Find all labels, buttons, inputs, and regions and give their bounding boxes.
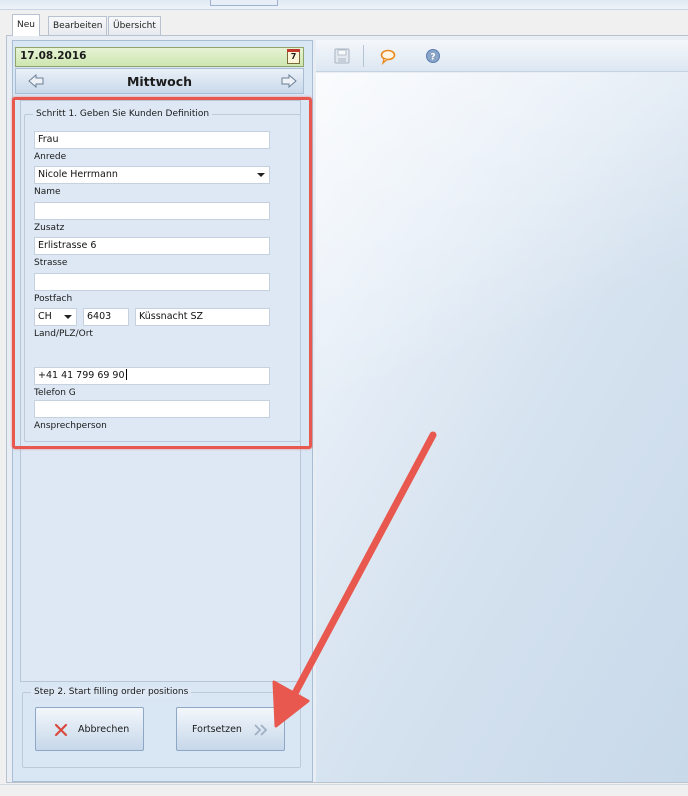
top-strip: [0, 0, 688, 10]
step2-legend: Step 2. Start filling order positions: [31, 687, 192, 697]
tab-uebersicht[interactable]: Übersicht: [108, 16, 161, 36]
svg-text:?: ?: [430, 53, 435, 63]
cancel-button[interactable]: Abbrechen: [35, 707, 144, 751]
status-bar: [0, 784, 688, 796]
tab-bearbeiten[interactable]: Bearbeiten: [48, 16, 108, 36]
toolbar-separator: [363, 45, 364, 67]
help-icon[interactable]: ?: [424, 47, 442, 65]
cancel-label: Abbrechen: [78, 724, 130, 735]
tab-bar: Neu Bearbeiten Übersicht: [0, 14, 688, 36]
calendar-icon[interactable]: 7: [287, 49, 300, 64]
day-name: Mittwoch: [126, 74, 193, 89]
tab-neu[interactable]: Neu: [12, 14, 40, 36]
continue-button[interactable]: Fortsetzen: [176, 707, 285, 751]
toolbar: ?: [316, 40, 688, 72]
comment-icon[interactable]: [379, 47, 397, 65]
day-navigator: Mittwoch: [15, 68, 304, 94]
right-panel: [316, 73, 688, 782]
top-strip-tab[interactable]: [210, 0, 278, 6]
continue-label: Fortsetzen: [192, 724, 242, 735]
date-picker[interactable]: 17.08.2016 7: [15, 47, 304, 67]
highlight-box: [12, 97, 312, 449]
red-x-icon: [54, 723, 68, 737]
arrow-right-icon[interactable]: [281, 74, 297, 88]
double-chevron-right-icon: [254, 724, 268, 736]
save-icon[interactable]: [333, 47, 351, 65]
date-value[interactable]: 17.08.2016: [20, 50, 86, 62]
